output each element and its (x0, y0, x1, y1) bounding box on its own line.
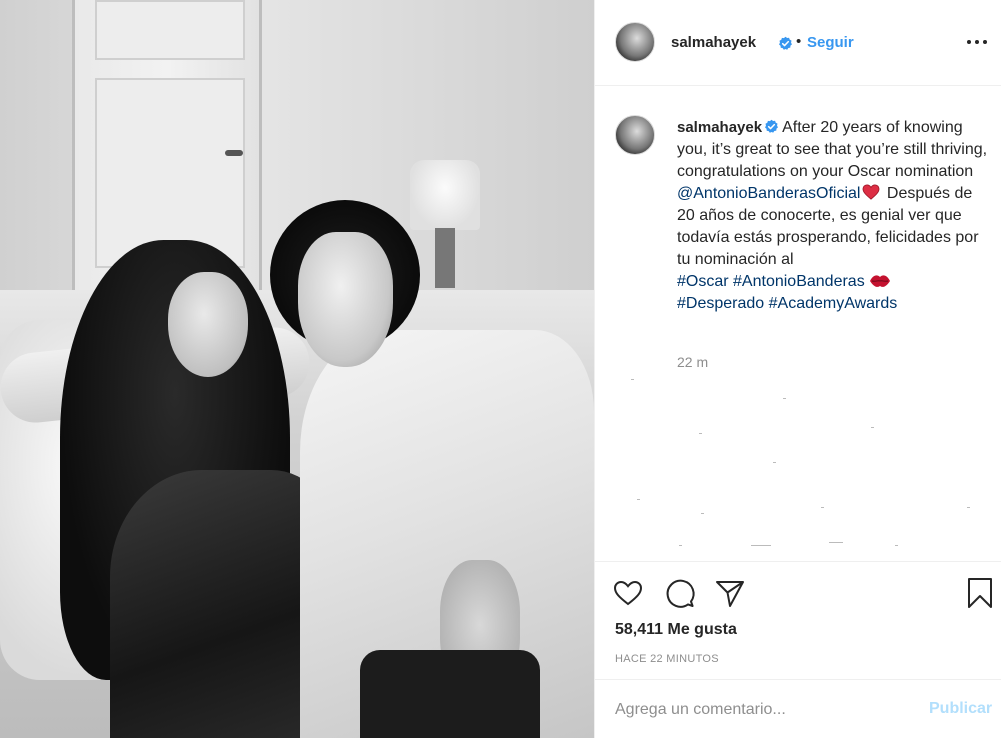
kiss-mark-icon (869, 275, 890, 287)
caption-timestamp: 22 m (677, 354, 709, 370)
avatar[interactable] (615, 22, 655, 62)
publish-button[interactable]: Publicar (929, 700, 992, 718)
hashtag-link[interactable]: #AntonioBanderas (733, 273, 865, 290)
separator-dot: • (796, 33, 802, 50)
more-options-icon[interactable] (965, 32, 989, 52)
verified-badge-icon (779, 36, 792, 50)
caption-avatar[interactable] (615, 115, 655, 155)
username-link[interactable]: salmahayek (671, 34, 756, 51)
verified-badge-icon (765, 119, 779, 133)
bookmark-icon[interactable] (963, 576, 997, 610)
heart-icon[interactable] (611, 576, 645, 610)
mention-link[interactable]: @AntonioBanderasOficial (677, 185, 860, 202)
hashtag-link[interactable]: #Desperado (677, 295, 764, 312)
caption-section: salmahayek After 20 years of knowing you… (595, 87, 1001, 560)
caption-text: salmahayek After 20 years of knowing you… (677, 117, 992, 315)
hashtag-link[interactable]: #AcademyAwards (769, 295, 898, 312)
follow-button[interactable]: Seguir (807, 34, 854, 51)
likes-count[interactable]: 58,411 Me gusta (615, 621, 737, 639)
share-icon[interactable] (713, 576, 747, 610)
caption-username[interactable]: salmahayek (677, 119, 762, 136)
action-bar: 58,411 Me gusta HACE 22 MINUTOS Publicar (595, 561, 1001, 738)
posted-time[interactable]: HACE 22 MINUTOS (615, 653, 719, 665)
photo-lamp (410, 160, 480, 230)
comment-bar: Publicar (595, 679, 1001, 738)
post-sidebar: salmahayek • Seguir salmahayek After 20 … (594, 0, 1001, 738)
post-header: salmahayek • Seguir (595, 0, 1001, 86)
comment-input[interactable] (615, 698, 905, 722)
red-heart-icon (863, 184, 880, 200)
comment-icon[interactable] (663, 576, 697, 610)
hashtag-link[interactable]: #Oscar (677, 273, 729, 290)
post-photo[interactable] (0, 0, 594, 738)
